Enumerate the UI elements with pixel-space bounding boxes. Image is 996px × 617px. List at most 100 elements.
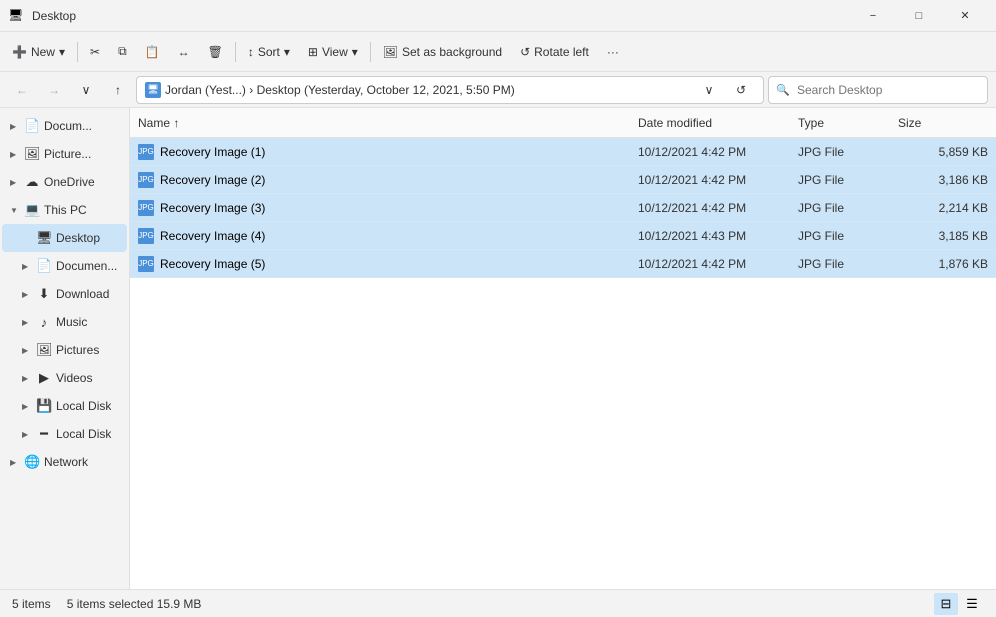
sidebar-item-documents[interactable]: ▶ 📄 Docum... (2, 112, 127, 140)
item-icon-music: ♪ (36, 315, 52, 330)
item-icon-documents2: 📄 (36, 258, 52, 274)
item-label-pictures2: Pictures (56, 343, 99, 357)
detail-view-button[interactable]: ☰ (960, 593, 984, 615)
selected-info: 5 items selected 15.9 MB (67, 597, 202, 611)
paste-button[interactable]: 📋 (137, 36, 168, 68)
back-button[interactable]: ← (8, 76, 36, 104)
sidebar-item-pictures2[interactable]: ▶ 🖼 Pictures (2, 336, 127, 364)
up-button[interactable]: ↑ (104, 76, 132, 104)
table-row[interactable]: JPG Recovery Image (2) 10/12/2021 4:42 P… (130, 166, 996, 194)
item-icon-network: 🌐 (24, 454, 40, 470)
table-row[interactable]: JPG Recovery Image (4) 10/12/2021 4:43 P… (130, 222, 996, 250)
sidebar-item-localdisk2[interactable]: ▶ ━ Local Disk (2, 420, 127, 448)
item-label-localdisk1: Local Disk (56, 399, 111, 413)
list-view-button[interactable]: ⊟ (934, 593, 958, 615)
forward-button[interactable]: → (40, 76, 68, 104)
dropdown-recent-button[interactable]: ∨ (72, 76, 100, 104)
column-header-name[interactable]: Name ↑ (138, 116, 638, 130)
sidebar-item-music[interactable]: ▶ ♪ Music (2, 308, 127, 336)
new-button[interactable]: ➕ New ▾ (4, 36, 73, 68)
sidebar-item-thispc[interactable]: ▼ 💻 This PC (2, 196, 127, 224)
sidebar-item-localdisk1[interactable]: ▶ 💾 Local Disk (2, 392, 127, 420)
sidebar-item-documents2[interactable]: ▶ 📄 Documen... (2, 252, 127, 280)
item-label-pictures: Picture... (44, 147, 91, 161)
rotate-button[interactable]: ↺ Rotate left (512, 36, 597, 68)
address-dropdown-button[interactable]: ∨ (695, 76, 723, 104)
item-icon-videos: ▶ (36, 370, 52, 386)
delete-button[interactable]: 🗑 (200, 36, 231, 68)
file-name-text: Recovery Image (1) (160, 145, 265, 159)
cut-icon: ✂ (90, 45, 100, 59)
column-header-type[interactable]: Type (798, 116, 898, 130)
item-icon-thispc: 💻 (24, 202, 40, 218)
expand-arrow-localdisk2: ▶ (22, 430, 32, 439)
table-row[interactable]: JPG Recovery Image (3) 10/12/2021 4:42 P… (130, 194, 996, 222)
item-count: 5 items (12, 597, 51, 611)
toolbar-separator-3 (370, 42, 371, 62)
column-header-date[interactable]: Date modified (638, 116, 798, 130)
set-background-button[interactable]: 🖼 Set as background (375, 36, 510, 68)
file-size-cell: 3,185 KB (898, 229, 988, 243)
expand-arrow-thispc: ▼ (10, 206, 20, 215)
rotate-icon: ↺ (520, 45, 530, 59)
copy-button[interactable]: ⧉ (110, 36, 135, 68)
address-input[interactable]: 🖥 Jordan (Yest...) › Desktop (Yesterday,… (136, 76, 764, 104)
sidebar-item-pictures[interactable]: ▶ 🖼 Picture... (2, 140, 127, 168)
title-bar-controls: − □ ✕ (850, 0, 988, 32)
search-wrapper (768, 76, 988, 104)
item-icon-localdisk1: 💾 (36, 398, 52, 414)
delete-icon: 🗑 (208, 45, 223, 59)
file-date-cell: 10/12/2021 4:42 PM (638, 173, 798, 187)
file-rows-container: JPG Recovery Image (1) 10/12/2021 4:42 P… (130, 138, 996, 278)
file-name-cell: JPG Recovery Image (2) (138, 172, 638, 188)
file-name-cell: JPG Recovery Image (3) (138, 200, 638, 216)
toolbar: ➕ New ▾ ✂ ⧉ 📋 ↔ 🗑 ↕ Sort ▾ ⊞ View ▾ 🖼 Se… (0, 32, 996, 72)
close-button[interactable]: ✕ (942, 0, 988, 32)
copy-icon: ⧉ (118, 44, 127, 59)
expand-arrow-videos: ▶ (22, 374, 32, 383)
more-button[interactable]: ··· (599, 36, 627, 68)
item-label-thispc: This PC (44, 203, 87, 217)
column-header-size[interactable]: Size (898, 116, 988, 130)
toolbar-separator-1 (77, 42, 78, 62)
new-dropdown-icon: ▾ (59, 45, 65, 59)
item-label-downloads: Download (56, 287, 109, 301)
minimize-button[interactable]: − (850, 0, 896, 32)
table-row[interactable]: JPG Recovery Image (1) 10/12/2021 4:42 P… (130, 138, 996, 166)
title-bar: 🖥 Desktop − □ ✕ (0, 0, 996, 32)
table-row[interactable]: JPG Recovery Image (5) 10/12/2021 4:42 P… (130, 250, 996, 278)
expand-arrow-network: ▶ (10, 458, 20, 467)
sidebar-item-downloads[interactable]: ▶ ⬇ Download (2, 280, 127, 308)
file-date-cell: 10/12/2021 4:42 PM (638, 257, 798, 271)
sort-dropdown-icon: ▾ (284, 45, 290, 59)
search-input[interactable] (768, 76, 988, 104)
file-size-cell: 5,859 KB (898, 145, 988, 159)
sidebar: ▶ 📄 Docum... ▶ 🖼 Picture... ▶ ☁ OneDrive… (0, 108, 130, 589)
item-label-music: Music (56, 315, 87, 329)
sidebar-item-videos[interactable]: ▶ ▶ Videos (2, 364, 127, 392)
sort-button[interactable]: ↕ Sort ▾ (240, 36, 298, 68)
expand-arrow-pictures: ▶ (10, 150, 20, 159)
sidebar-item-desktop[interactable]: 🖥 Desktop (2, 224, 127, 252)
item-label-desktop: Desktop (56, 231, 100, 245)
move-button[interactable]: ↔ (170, 36, 198, 68)
file-type-cell: JPG File (798, 257, 898, 271)
new-label: New (31, 45, 55, 59)
file-date-cell: 10/12/2021 4:42 PM (638, 201, 798, 215)
rotate-label: Rotate left (534, 45, 589, 59)
sidebar-item-onedrive[interactable]: ▶ ☁ OneDrive (2, 168, 127, 196)
move-icon: ↔ (178, 45, 190, 59)
title-bar-title: Desktop (32, 9, 842, 23)
file-date-cell: 10/12/2021 4:43 PM (638, 229, 798, 243)
refresh-button[interactable]: ↺ (727, 76, 755, 104)
sidebar-item-network[interactable]: ▶ 🌐 Network (2, 448, 127, 476)
view-icon: ⊞ (308, 45, 318, 59)
item-label-documents2: Documen... (56, 259, 117, 273)
file-icon: JPG (138, 144, 154, 160)
file-size-cell: 3,186 KB (898, 173, 988, 187)
maximize-button[interactable]: □ (896, 0, 942, 32)
file-date-cell: 10/12/2021 4:42 PM (638, 145, 798, 159)
view-button[interactable]: ⊞ View ▾ (300, 36, 366, 68)
item-label-documents: Docum... (44, 119, 92, 133)
cut-button[interactable]: ✂ (82, 36, 108, 68)
